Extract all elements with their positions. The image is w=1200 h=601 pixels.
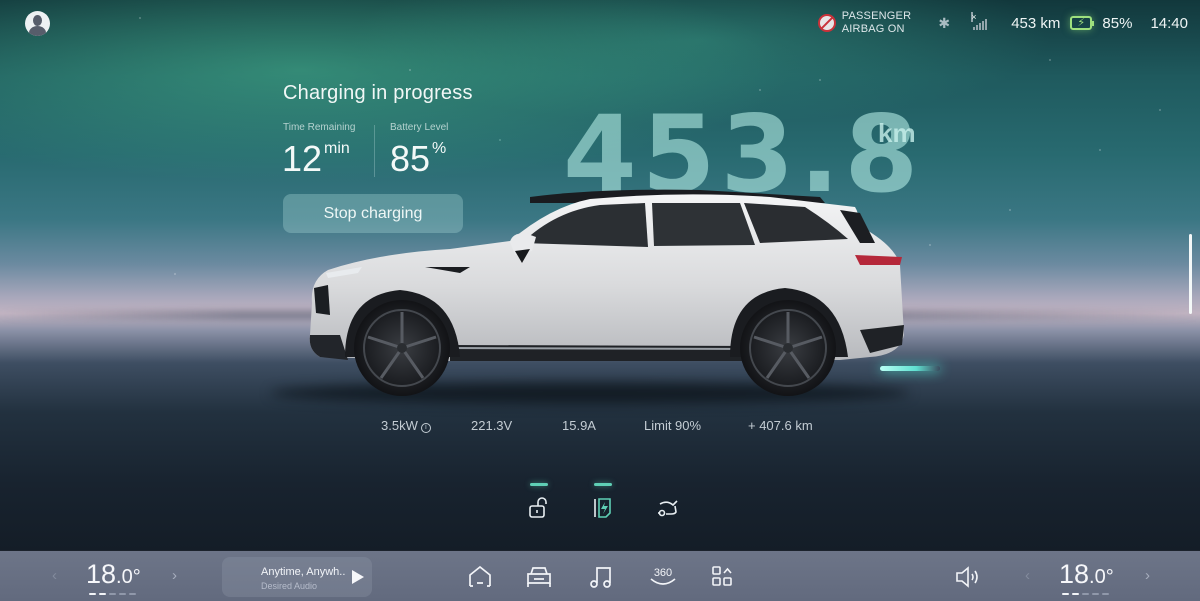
360-camera-icon[interactable]: 360 <box>648 564 678 590</box>
active-indicator <box>594 483 612 486</box>
charging-title: Charging in progress <box>283 82 473 104</box>
bottom-dock: ‹ 18.0° › Anytime, Anywh.. Desired Audio… <box>0 550 1200 601</box>
level-dot <box>129 593 136 595</box>
level-dot <box>119 593 126 595</box>
car-image <box>309 189 904 396</box>
airbag-status: PASSENGER AIRBAG ON <box>817 10 912 36</box>
driver-temp-dec: .0° <box>116 566 141 588</box>
airbag-line1: PASSENGER <box>841 10 912 22</box>
charging-power: 3.5kW i <box>381 418 431 433</box>
battery-level-label: Battery Level <box>390 122 449 133</box>
avatar-head <box>33 15 42 26</box>
time-remaining-number: 12 <box>282 138 323 179</box>
time-remaining-unit: min <box>324 140 350 157</box>
status-bar: PASSENGER AIRBAG ON ✱ × 453 km ⚡ 85% 14:… <box>817 8 1188 38</box>
estimated-range-unit: km <box>878 118 916 148</box>
info-icon[interactable]: i <box>420 423 431 433</box>
level-dot <box>1082 593 1089 595</box>
signal-bar <box>973 27 976 30</box>
level-dot <box>89 593 96 595</box>
charging-current: 15.9A <box>562 418 596 433</box>
charging-voltage: 221.3V <box>471 418 513 433</box>
unlock-button[interactable] <box>524 483 554 523</box>
time-remaining-label: Time Remaining <box>283 122 356 133</box>
signal-bar <box>985 19 988 30</box>
media-subtitle: Desired Audio <box>261 581 318 591</box>
charge-port-button[interactable] <box>588 483 618 523</box>
signal-bar <box>976 25 979 30</box>
level-dot <box>1062 593 1069 595</box>
driver-temp-int: 18 <box>86 559 117 589</box>
driver-temp-level <box>89 593 136 595</box>
unlock-icon <box>529 497 547 518</box>
battery-charging-icon: ⚡ <box>1070 16 1095 30</box>
home-icon[interactable] <box>466 564 494 590</box>
driver-temperature[interactable]: 18.0° <box>86 559 141 590</box>
battery-level-value: 85% <box>390 138 446 180</box>
charge-limit[interactable]: Limit 90% <box>644 418 701 433</box>
apps-icon[interactable] <box>709 564 737 590</box>
passenger-temp-dec: .0° <box>1089 566 1114 588</box>
active-indicator <box>530 483 548 486</box>
right-temp-decrease[interactable]: ‹ <box>1025 567 1030 584</box>
media-player[interactable]: Anytime, Anywh.. Desired Audio <box>222 557 372 597</box>
page-scroll-indicator[interactable] <box>1189 234 1192 314</box>
airbag-off-icon <box>817 14 836 32</box>
level-dot <box>99 593 106 595</box>
level-dot <box>1102 593 1109 595</box>
360-label: 360 <box>654 567 672 579</box>
level-dot <box>109 593 116 595</box>
metric-divider <box>374 125 375 177</box>
status-battery-percent: 85% <box>1102 14 1133 32</box>
battery-level-number: 85 <box>390 138 431 179</box>
level-dot <box>1072 593 1079 595</box>
time-remaining-value: 12 min <box>282 138 350 180</box>
music-icon[interactable] <box>587 564 615 590</box>
battery-level-unit: % <box>432 140 447 157</box>
car-icon[interactable] <box>525 564 553 590</box>
status-time: 14:40 <box>1150 14 1188 32</box>
main-screen: PASSENGER AIRBAG ON ✱ × 453 km ⚡ 85% 14:… <box>0 0 1200 550</box>
airbag-line2: AIRBAG ON <box>841 23 905 35</box>
trunk-open-icon <box>658 500 678 517</box>
volume-icon[interactable] <box>954 564 982 590</box>
level-dot <box>1092 593 1099 595</box>
added-range: + 407.6 km <box>748 418 813 433</box>
bolt-icon: ⚡ <box>1077 17 1086 29</box>
left-temp-increase[interactable]: › <box>172 567 177 584</box>
user-avatar[interactable] <box>25 11 50 36</box>
charging-power-value: 3.5kW <box>381 418 418 433</box>
media-title: Anytime, Anywh.. <box>261 566 346 578</box>
cellular-no-signal-icon: × <box>971 12 991 30</box>
right-temp-increase[interactable]: › <box>1145 567 1150 584</box>
passenger-temperature[interactable]: 18.0° <box>1059 559 1114 590</box>
left-temp-decrease[interactable]: ‹ <box>52 567 57 584</box>
signal-bar <box>982 21 985 30</box>
play-icon[interactable] <box>352 570 364 584</box>
bluetooth-icon[interactable]: ✱ <box>937 15 951 31</box>
passenger-temp-int: 18 <box>1059 559 1090 589</box>
trunk-button[interactable] <box>653 483 683 523</box>
status-range: 453 km <box>1011 14 1061 32</box>
signal-bar <box>979 23 982 30</box>
charge-port-icon <box>594 498 611 518</box>
no-signal-x: × <box>971 12 977 22</box>
passenger-temp-level <box>1062 593 1109 595</box>
avatar-body <box>29 26 46 36</box>
